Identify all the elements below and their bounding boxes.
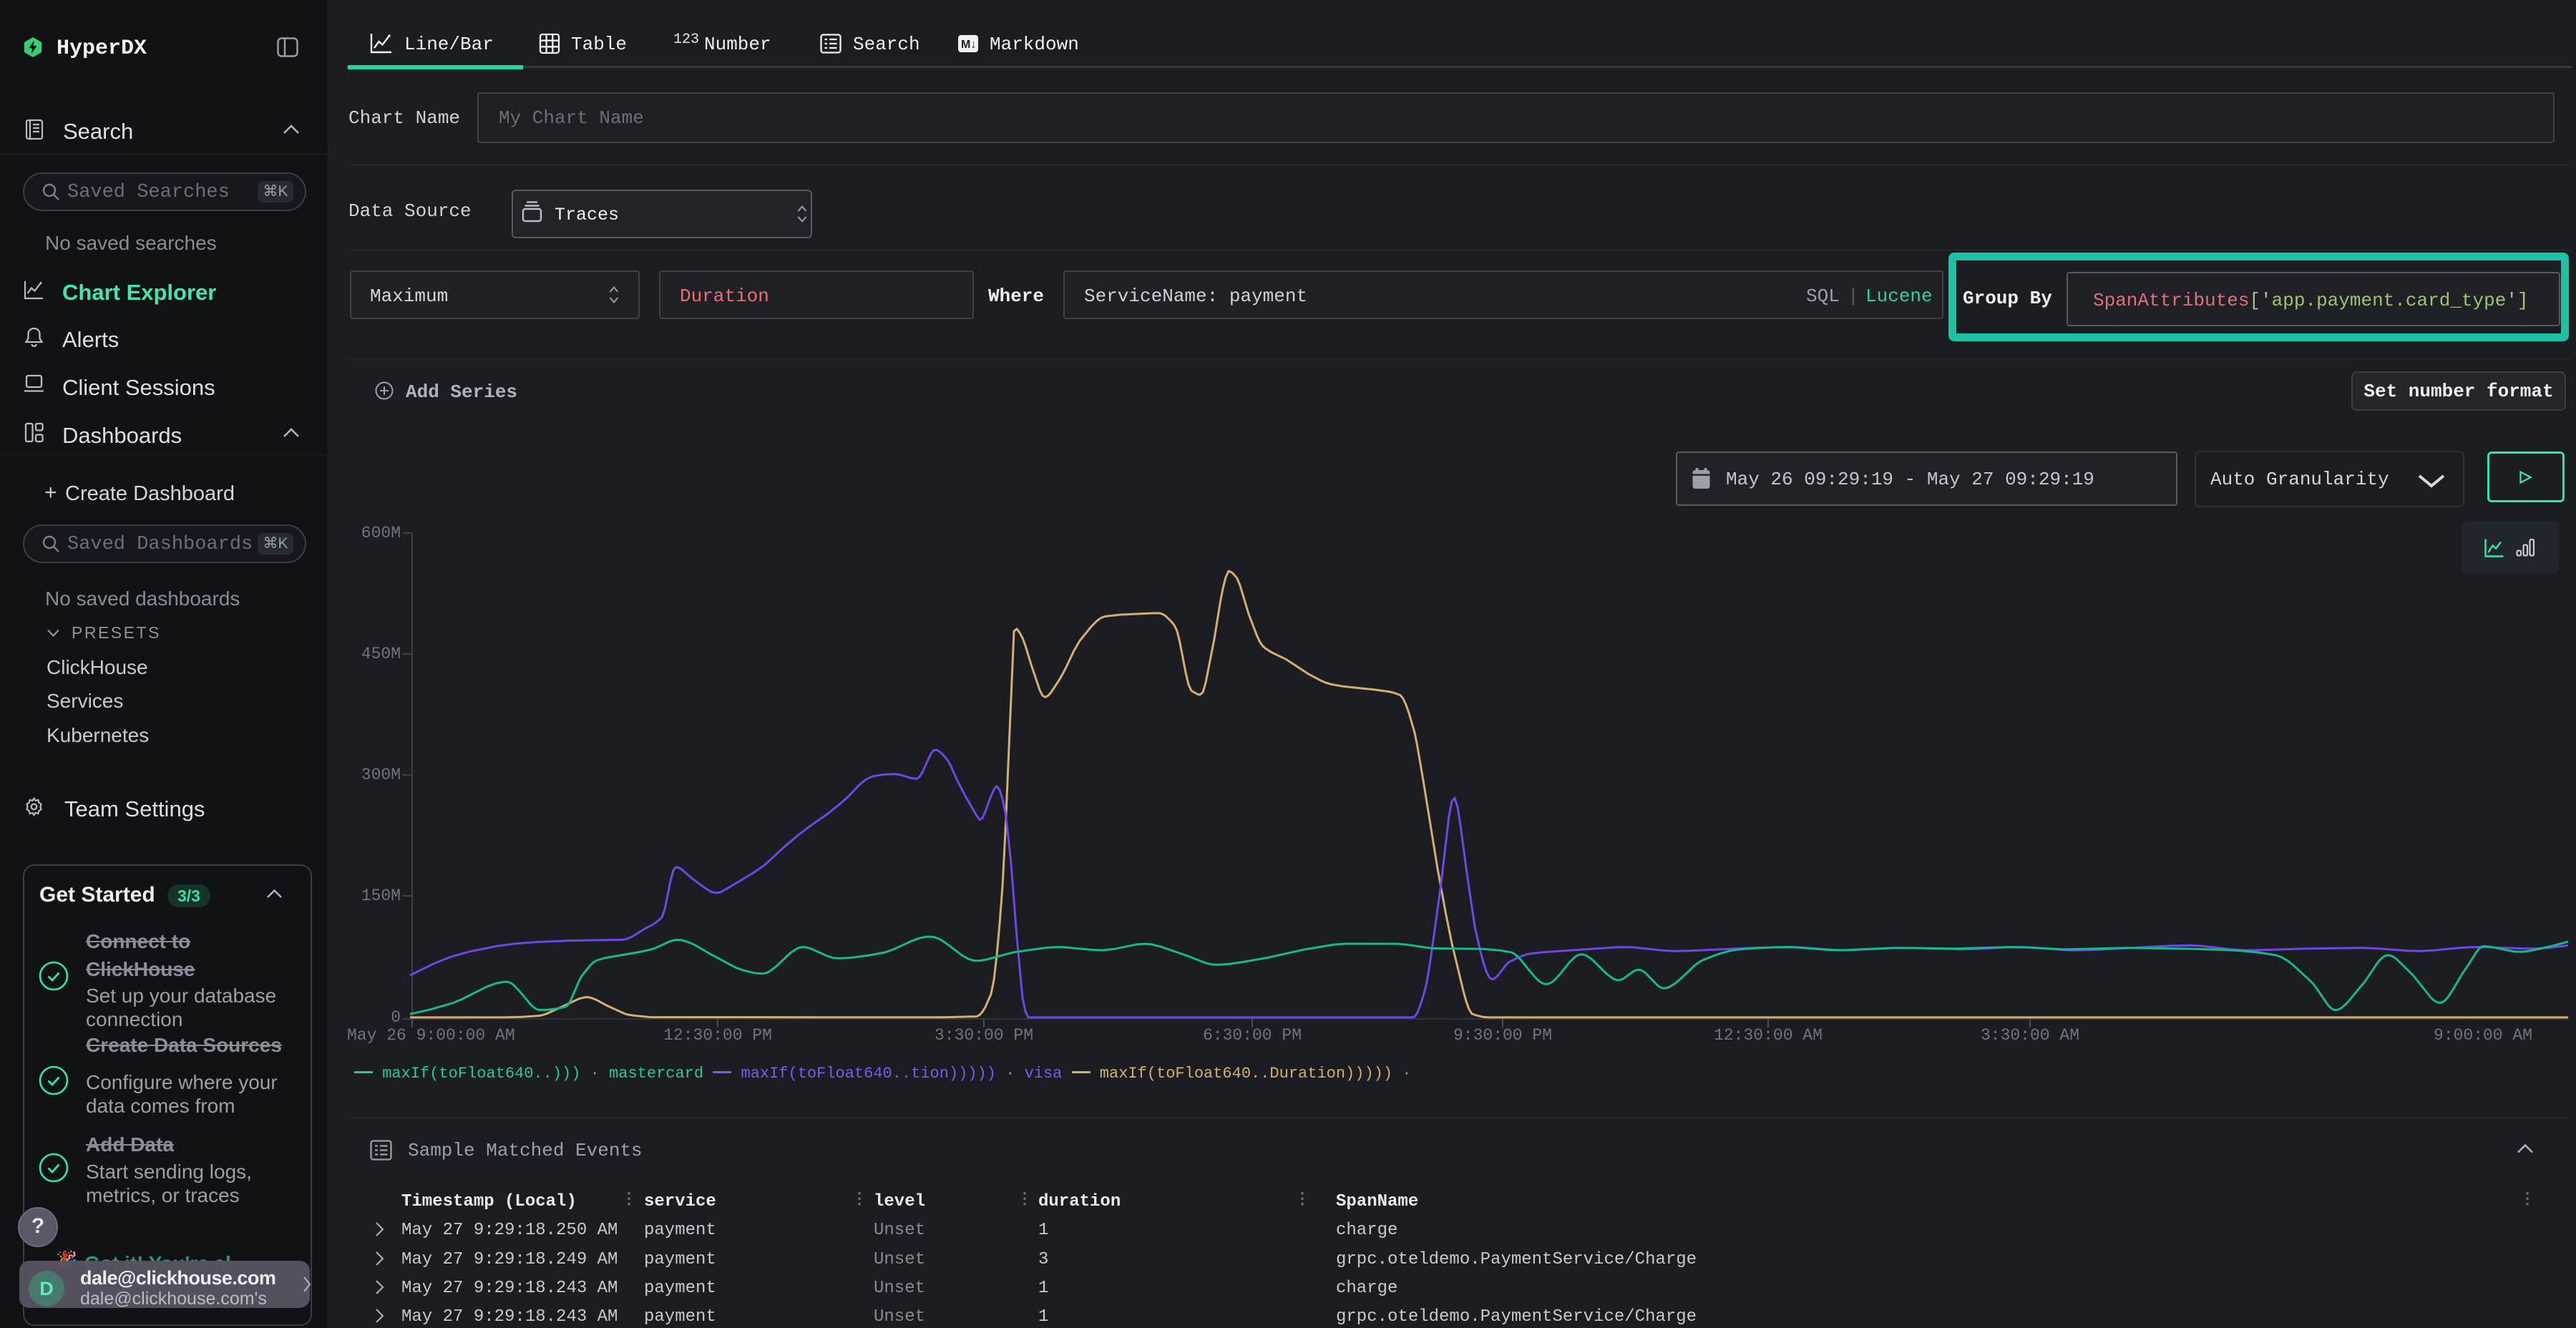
svg-text:M↓: M↓ bbox=[961, 39, 976, 51]
